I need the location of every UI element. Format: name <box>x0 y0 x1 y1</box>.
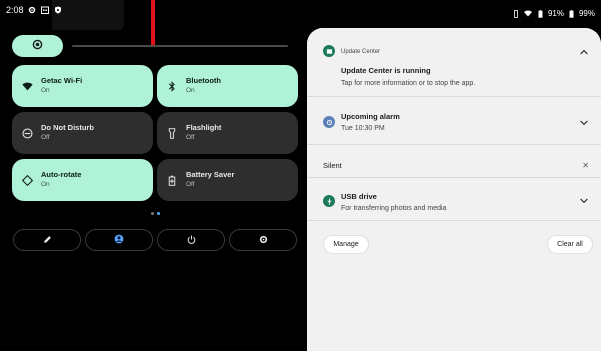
page-dot-active[interactable] <box>157 212 160 215</box>
expand-icon[interactable] <box>577 194 591 208</box>
notification-title: USB drive <box>341 192 377 201</box>
bluetooth-icon <box>166 80 178 92</box>
tile-label: Flashlight <box>186 123 222 132</box>
tile-wifi[interactable]: Getac Wi-Fi On <box>12 65 153 107</box>
battery-percent-secondary: 99% <box>578 9 595 18</box>
tile-label: Battery Saver <box>186 170 235 179</box>
tile-flashlight[interactable]: Flashlight Off <box>157 112 298 154</box>
close-icon[interactable]: ✕ <box>582 161 589 170</box>
tile-state: On <box>41 181 50 188</box>
battery-percent: 91% <box>547 9 564 18</box>
manage-button[interactable]: Manage <box>323 235 369 254</box>
notification-text: For transferring photos and media <box>341 205 447 212</box>
tile-state: Off <box>186 181 195 188</box>
wifi-icon <box>524 9 533 18</box>
tile-state: On <box>41 87 50 94</box>
calendar-icon <box>41 6 50 15</box>
tile-label: Getac Wi-Fi <box>41 76 83 85</box>
power-icon <box>187 231 196 249</box>
notification-upcoming-alarm[interactable]: Upcoming alarm Tue 10:30 PM <box>307 97 601 145</box>
clock: 2:08 <box>6 5 24 15</box>
notification-title: Update Center is running <box>341 66 431 75</box>
gear-icon <box>28 6 37 15</box>
collapse-icon[interactable] <box>577 45 591 59</box>
edit-button[interactable] <box>13 229 81 251</box>
tile-bluetooth[interactable]: Bluetooth On <box>157 65 298 107</box>
status-bar-right: 91% 99% <box>512 9 595 18</box>
page-indicator[interactable] <box>151 212 160 215</box>
update-center-icon <box>323 45 335 57</box>
wifi-icon <box>21 80 33 92</box>
vibrate-icon <box>512 9 521 18</box>
edit-icon <box>43 231 52 249</box>
dnd-icon <box>21 127 33 139</box>
notification-text: Tue 10:30 PM <box>341 125 385 132</box>
tile-label: Do Not Disturb <box>41 123 94 132</box>
tile-label: Auto-rotate <box>41 170 82 179</box>
settings-icon <box>259 231 268 249</box>
brightness-icon <box>32 37 43 55</box>
tile-label: Bluetooth <box>186 76 221 85</box>
notification-usb-drive[interactable]: USB drive For transferring photos and me… <box>307 177 601 221</box>
status-bar-left: 2:08 <box>6 5 63 15</box>
notification-title: Upcoming alarm <box>341 112 400 121</box>
battery-saver-icon <box>166 174 178 186</box>
tile-state: Off <box>41 134 50 141</box>
tile-do-not-disturb[interactable]: Do Not Disturb Off <box>12 112 153 154</box>
notification-shade: Update Center Update Center is running T… <box>307 28 601 351</box>
settings-button[interactable] <box>229 229 297 251</box>
tile-state: On <box>186 87 195 94</box>
notification-text: Tap for more information or to stop the … <box>341 80 476 87</box>
brightness-track[interactable] <box>72 45 288 47</box>
brightness-fill[interactable] <box>12 35 63 57</box>
flashlight-icon <box>166 127 178 139</box>
wallpaper-shape <box>52 0 124 30</box>
notification-app-name: Update Center <box>341 49 381 55</box>
shield-icon <box>54 6 63 15</box>
alarm-icon <box>323 116 335 128</box>
silent-section-label: Silent <box>323 161 342 170</box>
power-button[interactable] <box>157 229 225 251</box>
page-dot[interactable] <box>151 212 154 215</box>
expand-icon[interactable] <box>577 116 591 130</box>
usb-icon <box>323 195 335 207</box>
clear-all-button[interactable]: Clear all <box>547 235 593 254</box>
user-icon <box>114 231 124 249</box>
tile-auto-rotate[interactable]: Auto-rotate On <box>12 159 153 201</box>
battery-icon <box>536 9 545 18</box>
user-button[interactable] <box>85 229 153 251</box>
rotate-icon <box>21 174 33 186</box>
tile-battery-saver[interactable]: Battery Saver Off <box>157 159 298 201</box>
status-bar: 2:08 91% 99% <box>0 0 601 30</box>
brightness-slider[interactable] <box>12 35 298 57</box>
notification-update-center[interactable]: Update Center Update Center is running T… <box>307 28 601 97</box>
battery-icon <box>567 9 576 18</box>
tile-state: Off <box>186 134 195 141</box>
